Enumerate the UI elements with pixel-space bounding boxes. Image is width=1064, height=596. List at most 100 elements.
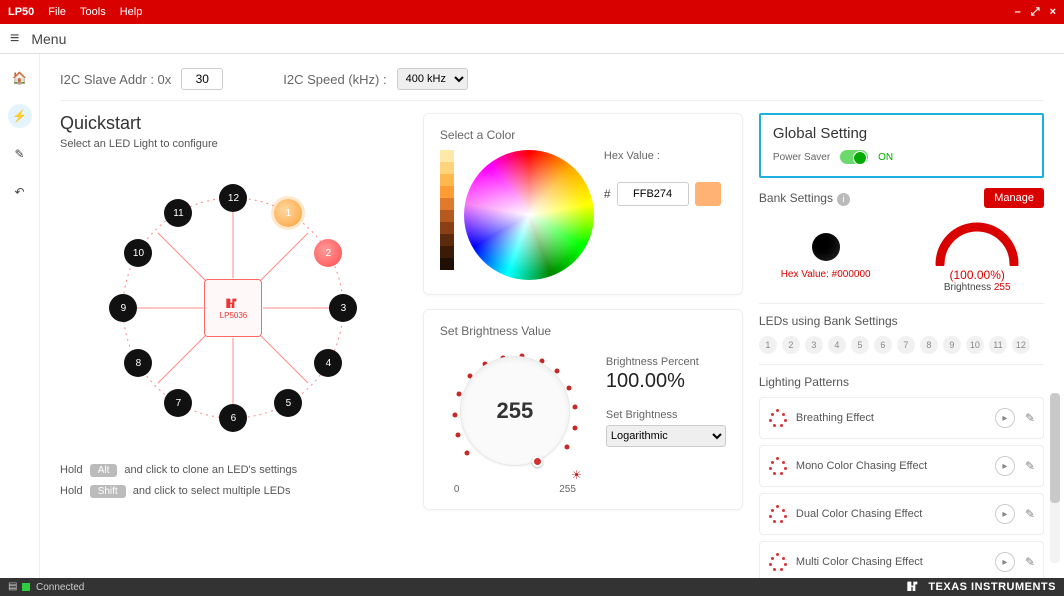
hamburger-icon[interactable]: ≡ <box>10 30 19 48</box>
i2c-speed-select[interactable]: 400 kHz <box>397 68 468 90</box>
power-saver-toggle[interactable] <box>840 150 868 164</box>
color-swatches[interactable] <box>440 150 454 270</box>
hex-input[interactable] <box>617 182 689 206</box>
led-9[interactable]: 9 <box>109 294 137 322</box>
led-8[interactable]: 8 <box>124 349 152 377</box>
bank-led-5[interactable]: 5 <box>851 336 869 354</box>
hardware-icon: ▤ <box>8 581 20 593</box>
play-icon[interactable]: ▸ <box>995 552 1015 572</box>
led-2[interactable]: 2 <box>314 239 342 267</box>
led-3[interactable]: 3 <box>329 294 357 322</box>
gauge-br-value: 255 <box>994 282 1011 293</box>
led-7[interactable]: 7 <box>164 389 192 417</box>
pattern-name: Dual Color Chasing Effect <box>796 508 985 520</box>
led-pill-row: 1 2 3 4 5 6 7 8 9 10 11 12 <box>759 336 1044 354</box>
bank-color-swatch[interactable] <box>812 233 840 261</box>
pattern-icon <box>768 505 786 523</box>
pattern-item[interactable]: Dual Color Chasing Effect ▸ ✎ <box>759 493 1044 535</box>
edit-icon[interactable]: ✎ <box>1025 507 1035 521</box>
gauge-br-label: Brightness <box>944 282 991 293</box>
pattern-icon <box>768 553 786 571</box>
bank-title: Bank Settingsi <box>759 191 850 206</box>
chip-icon: LP5036 <box>204 279 262 337</box>
bank-led-4[interactable]: 4 <box>828 336 846 354</box>
bank-led-3[interactable]: 3 <box>805 336 823 354</box>
menu-tools[interactable]: Tools <box>80 6 106 18</box>
brightness-title: Set Brightness Value <box>440 324 726 338</box>
bank-hex-value: 000000 <box>837 269 870 280</box>
led-5[interactable]: 5 <box>274 389 302 417</box>
pattern-item[interactable]: Multi Color Chasing Effect ▸ ✎ <box>759 541 1044 578</box>
power-saver-label: Power Saver <box>773 152 830 163</box>
led-4[interactable]: 4 <box>314 349 342 377</box>
edit-icon[interactable]: ✎ <box>1025 411 1035 425</box>
brightness-gauge: (100.00%) Brightness 255 <box>932 220 1022 293</box>
led-ring: LP5036 1 2 3 4 5 6 7 8 9 10 11 12 <box>83 158 383 458</box>
hint1-pre: Hold <box>60 464 83 476</box>
play-icon[interactable]: ▸ <box>995 456 1015 476</box>
i2c-addr-label: I2C Slave Addr : 0x <box>60 72 171 87</box>
gauge-percent: (100.00%) <box>932 268 1022 282</box>
i2c-speed-label: I2C Speed (kHz) : <box>283 72 386 87</box>
window-close-icon[interactable]: × <box>1050 6 1056 18</box>
pattern-name: Breathing Effect <box>796 412 985 424</box>
sidebar-undo-icon[interactable]: ↶ <box>8 180 32 204</box>
brightness-card: Set Brightness Value 255 <box>423 309 743 510</box>
edit-icon[interactable]: ✎ <box>1025 459 1035 473</box>
sidebar-home-icon[interactable]: 🏠 <box>8 66 32 90</box>
global-title: Global Setting <box>773 125 1030 142</box>
i2c-addr-input[interactable] <box>181 68 223 90</box>
status-dot-icon <box>22 583 30 591</box>
bank-led-1[interactable]: 1 <box>759 336 777 354</box>
led-10[interactable]: 10 <box>124 239 152 267</box>
scroll-thumb[interactable] <box>1050 393 1060 503</box>
bank-led-12[interactable]: 12 <box>1012 336 1030 354</box>
bank-led-9[interactable]: 9 <box>943 336 961 354</box>
bank-led-10[interactable]: 10 <box>966 336 984 354</box>
manage-button[interactable]: Manage <box>984 188 1044 208</box>
edit-icon[interactable]: ✎ <box>1025 555 1035 569</box>
led-1[interactable]: 1 <box>274 199 302 227</box>
play-icon[interactable]: ▸ <box>995 408 1015 428</box>
menu-help[interactable]: Help <box>120 6 143 18</box>
led-12[interactable]: 12 <box>219 184 247 212</box>
window-minimize-icon[interactable]: – <box>1015 6 1021 18</box>
pattern-item[interactable]: Mono Color Chasing Effect ▸ ✎ <box>759 445 1044 487</box>
percent-label: Brightness Percent <box>606 356 726 368</box>
setb-label: Set Brightness <box>606 409 726 421</box>
window-maximize-icon[interactable]: ⤢ <box>1031 6 1040 19</box>
led-6[interactable]: 6 <box>219 404 247 432</box>
color-wheel[interactable] <box>464 150 594 280</box>
hints: Hold Alt and click to clone an LED's set… <box>60 464 407 498</box>
title-bar: LP50 File Tools Help – ⤢ × <box>0 0 1064 24</box>
pattern-item[interactable]: Breathing Effect ▸ ✎ <box>759 397 1044 439</box>
bank-led-6[interactable]: 6 <box>874 336 892 354</box>
shift-key-icon: Shift <box>90 485 126 498</box>
global-setting-box: Global Setting Power Saver ON <box>759 113 1044 178</box>
bank-led-11[interactable]: 11 <box>989 336 1007 354</box>
bank-led-8[interactable]: 8 <box>920 336 938 354</box>
status-bar: ▤ Connected TEXAS INSTRUMENTS <box>0 578 1064 596</box>
sidebar-edit-icon[interactable]: ✎ <box>8 142 32 166</box>
menu-file[interactable]: File <box>48 6 66 18</box>
chip-label: LP5036 <box>220 311 248 320</box>
left-sidebar: 🏠 ⚡ ✎ ↶ <box>0 54 40 578</box>
info-icon[interactable]: i <box>837 193 850 206</box>
bank-hex-label: Hex Value: # <box>781 269 838 280</box>
menu-label: Menu <box>31 31 66 47</box>
hint2-post: and click to select multiple LEDs <box>133 485 291 497</box>
play-icon[interactable]: ▸ <box>995 504 1015 524</box>
sidebar-bolt-icon[interactable]: ⚡ <box>8 104 32 128</box>
bank-led-2[interactable]: 2 <box>782 336 800 354</box>
config-top-row: I2C Slave Addr : 0x I2C Speed (kHz) : 40… <box>60 68 1044 101</box>
bank-led-7[interactable]: 7 <box>897 336 915 354</box>
scrollbar[interactable] <box>1050 393 1060 563</box>
led-11[interactable]: 11 <box>164 199 192 227</box>
brightness-scale-select[interactable]: Logarithmic <box>606 425 726 447</box>
brightness-knob[interactable]: 255 <box>460 356 570 466</box>
hint2-pre: Hold <box>60 485 83 497</box>
pattern-name: Mono Color Chasing Effect <box>796 460 985 472</box>
quickstart-subtitle: Select an LED Light to configure <box>60 138 407 150</box>
color-card: Select a Color Hex Value : # <box>423 113 743 295</box>
status-text: Connected <box>36 582 84 593</box>
